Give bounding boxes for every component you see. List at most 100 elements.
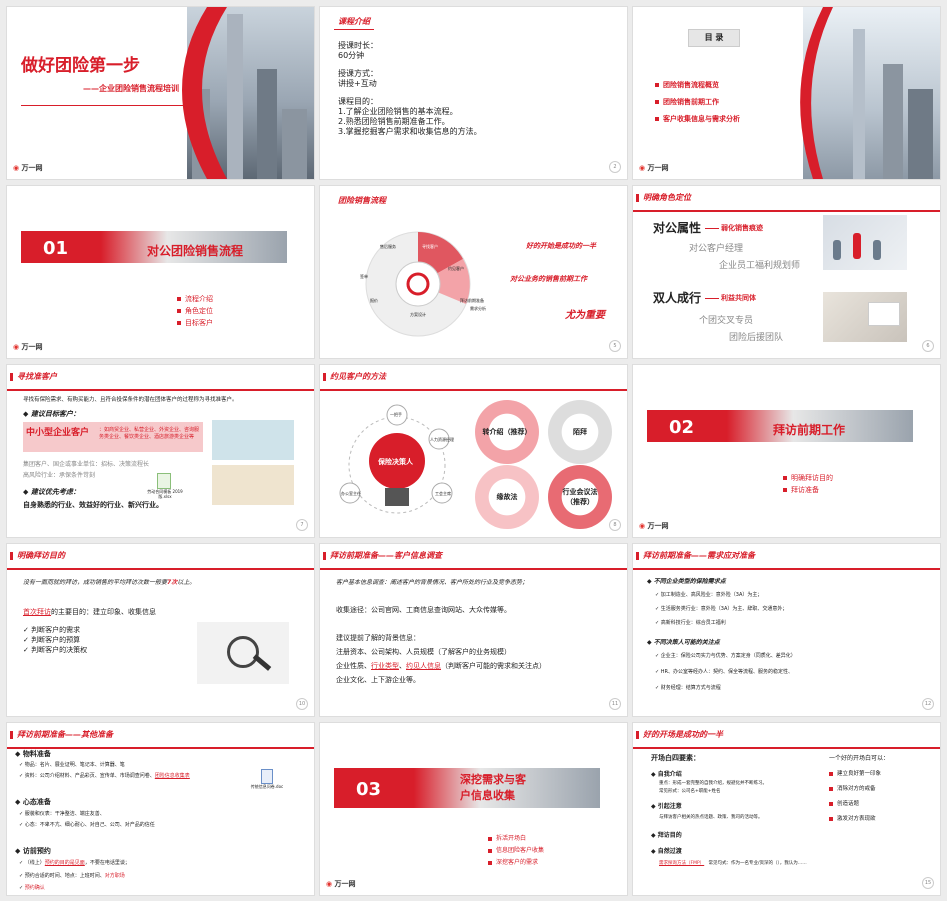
slide-cover[interactable]: 做好团险第一步 ——企业团险销售流程培训 ◉ 万一网 [7, 7, 314, 179]
slide-section-01[interactable]: 01 对公团险销售流程 流程介绍 角色定位 目标客户 ◉ 万一网 [7, 186, 314, 358]
brand-logo: ◉ 万一网 [326, 880, 356, 888]
section-item-3[interactable]: 深挖客户的需求 [488, 857, 538, 866]
slide-needs-prep[interactable]: 拜访前期准备——需求应对准备 ◆ 不同企业类型的保险需求点 ✓ 加工制造业、高风… [633, 544, 940, 716]
title-bar: 拜访前期准备——客户信息调查 [320, 544, 627, 570]
node-1: 一把手 [390, 412, 402, 417]
slide-other-prep[interactable]: 拜访前期准备——其他准备 ◆ 物料准备 ✓ 物品：名片、展业证明、笔记本、计算器… [7, 723, 314, 895]
preference-text: 自身熟悉的行业、效益好的行业、新兴行业。 [23, 501, 163, 509]
file-icon[interactable] [157, 473, 171, 489]
page-number: 11 [609, 698, 621, 710]
appointment-3: ✓ 预约确认 [19, 885, 45, 891]
contents-item-3[interactable]: 客户收集信息与需求分析 [655, 114, 740, 124]
section-title: 深挖需求与客户信息收集 [460, 773, 526, 802]
node-4: 办公室主任 [341, 491, 361, 496]
element-3: ◆ 拜访目的 [651, 832, 682, 839]
benefit-3: 创造话题 [829, 799, 859, 807]
mindset-1: ✓ 服装和仪表：干净整洁、端庄友善、 [19, 811, 105, 817]
slide-meet-methods[interactable]: 约见客户的方法 保险决策人 一把手 人力资源经理 工会主席 办公室主任 转介绍（… [320, 365, 627, 537]
meeting-photo [823, 292, 907, 342]
contents-header: 目 录 [688, 29, 740, 47]
cover-title: 做好团险第一步 [21, 56, 140, 76]
brand-logo: ◉ 万一网 [639, 164, 669, 172]
magnifier-photo [197, 622, 289, 684]
element-4-detail: 需求探询方法（FMP） 常见句式：作为一名专业/资深的（），我认为…… [659, 861, 807, 866]
heading-appointment: ◆ 访前预约 [15, 847, 51, 855]
sub-heading-2: ◆ 建议优先考虑： [23, 488, 80, 496]
slide-section-02[interactable]: 02 拜访前期工作 明确拜访目的 拜访准备 ◉ 万一网 [633, 365, 940, 537]
contents-item-1[interactable]: 团险销售流程概览 [655, 80, 719, 90]
title-bar: 明确角色定位 [633, 186, 940, 212]
slide-title: 团险销售流程 [338, 196, 386, 205]
intro-text: 寻找有保险需求、有购买能力、且符合投保条件的潜在团体客户的过程称为寻找准客户。 [23, 397, 238, 403]
element-1: ◆ 自我介绍 [651, 771, 682, 778]
grey-note-1: 集团客户、国企或事业单位：招标、决策流程长 [23, 461, 150, 468]
slide-find-clients[interactable]: 寻找准客户 寻找有保险需求、有购买能力、且符合投保条件的潜在团体客户的过程称为寻… [7, 365, 314, 537]
cover-divider [21, 105, 186, 106]
section-number: 03 [356, 779, 382, 800]
page-number: 6 [922, 340, 934, 352]
slide-contents[interactable]: 目 录 团险销售流程概览 团险销售前期工作 客户收集信息与需求分析 ◉ 万一网 [633, 7, 940, 179]
materials-2: ✓ 资料：公司介绍材料、产品彩页、宣传单、市场调查问卷、团险信息收集表 [19, 773, 190, 779]
section-number: 02 [669, 417, 695, 438]
box-text: ：如商贸企业、私营企业、外资企业、咨询服务类企业、餐饮类企业、酒店旅游类企业等 [99, 427, 200, 440]
page-number: 7 [296, 519, 308, 531]
line-4: 注册资本、公司架构、人员规模（了解客户的业务规模） [336, 648, 511, 656]
slide-section-03[interactable]: 03 深挖需求与客户信息收集 拆活开场白 信息团险客户收集 深挖客户的需求 ◉ … [320, 723, 627, 895]
section-title: 拜访前期工作 [773, 423, 846, 437]
bulb-center-label: 保险决策人 [378, 458, 413, 466]
section-item-1[interactable]: 明确拜访目的 [783, 473, 833, 483]
benefit-2: 消除对方的戒备 [829, 784, 876, 792]
title-bar: 明确拜访目的 [7, 544, 314, 570]
benefit-4: 激发对方表现欲 [829, 814, 876, 822]
slide-sales-process[interactable]: 团险销售流程 寻找客户 约见客户 拜访前期准备 需求分析 方案设计 报价 签单 … [320, 186, 627, 358]
quote-2: 对公业务的销售前期工作 [510, 275, 587, 283]
section-item-2[interactable]: 信息团险客户收集 [488, 845, 544, 854]
file-icon[interactable] [261, 769, 273, 784]
stage-3: 拜访前期准备 [460, 298, 484, 303]
slide-course-intro[interactable]: 课程介绍 授课时长： 60分钟 授课方式： 讲授+互动 课程目的： 1.了解企业… [320, 7, 627, 179]
stage-5: 方案设计 [410, 312, 426, 317]
stage-1: 寻找客户 [422, 244, 438, 249]
node-3: 工会主席 [435, 491, 451, 496]
office-illustration-1 [212, 420, 294, 460]
line-1: 客户基本信息调查：阐述客户的背景情况、客户所处的行业及竞争态势； [336, 579, 529, 586]
element-4: ◆ 自然过渡 [651, 848, 682, 855]
title-bar: 拜访前期准备——需求应对准备 [633, 544, 940, 570]
page-number: 10 [296, 698, 308, 710]
goal-3: 3.掌握挖掘客户需求和收集信息的方法。 [338, 127, 482, 136]
title-bar: 好的开场是成功的一半 [633, 723, 940, 749]
quote-1: 好的开始是成功的一半 [526, 242, 596, 250]
brand-logo: ◉ 万一网 [639, 522, 669, 530]
need-1: ✓ 加工制造业、高风险业：意外险（3A）为主； [655, 592, 763, 598]
brand-logo: ◉ 万一网 [13, 164, 43, 172]
section-item-1[interactable]: 流程介绍 [177, 294, 213, 304]
slide-role[interactable]: 明确角色定位 对公属性 弱化销售痕迹 对公客户经理 企业员工福利规划师 双人成行… [633, 186, 940, 358]
method-cold-visit[interactable]: 陌拜 [548, 400, 612, 464]
focus-1: ✓ 企业主：保险公司实力与优势、方案定身（同质化、差异化） [655, 653, 796, 659]
method-referral[interactable]: 转介绍（推荐） [475, 400, 539, 464]
brand-logo: ◉ 万一网 [13, 343, 43, 351]
slide-client-research[interactable]: 拜访前期准备——客户信息调查 客户基本信息调查：阐述客户的背景情况、客户所处的行… [320, 544, 627, 716]
method-relation[interactable]: 缘故法 [475, 465, 539, 529]
section-item-3[interactable]: 目标客户 [177, 318, 213, 328]
element-2a: 与拜访客户相关的热点话题、政策、我司的活动等。 [659, 815, 763, 820]
line-3: 建议提前了解的背景信息： [336, 634, 420, 642]
section-item-2[interactable]: 拜访准备 [783, 485, 819, 495]
contents-item-2[interactable]: 团险销售前期工作 [655, 97, 719, 107]
role-2a: 个团交叉专员 [699, 316, 754, 326]
slide-opening[interactable]: 好的开场是成功的一半 开场白四要素： ◆ 自我介绍 重点：形成一套完整的自我介绍… [633, 723, 940, 895]
section-number: 01 [43, 238, 69, 259]
red-swoosh [800, 7, 833, 179]
element-1b: 常见形式：公司名+职能+姓名 [659, 789, 721, 794]
line-6: 企业文化、上下游企业等。 [336, 676, 420, 684]
office-illustration-2 [212, 465, 294, 505]
title-bar: 约见客户的方法 [320, 365, 627, 391]
section-item-1[interactable]: 拆活开场白 [488, 833, 526, 842]
opening-heading: 开场白四要素： [651, 754, 700, 762]
method-industry-meeting[interactable]: 行业会议法（推荐） [548, 465, 612, 529]
role-line-2 [705, 298, 719, 299]
section-item-2[interactable]: 角色定位 [177, 306, 213, 316]
slide-visit-purpose[interactable]: 明确拜访目的 没有一面而就的拜访，成功销售的平均拜访次数一般要7次以上。 首次拜… [7, 544, 314, 716]
file-name: 传统信息问卷.doc [250, 784, 284, 789]
stage-7: 签单 [360, 274, 368, 279]
